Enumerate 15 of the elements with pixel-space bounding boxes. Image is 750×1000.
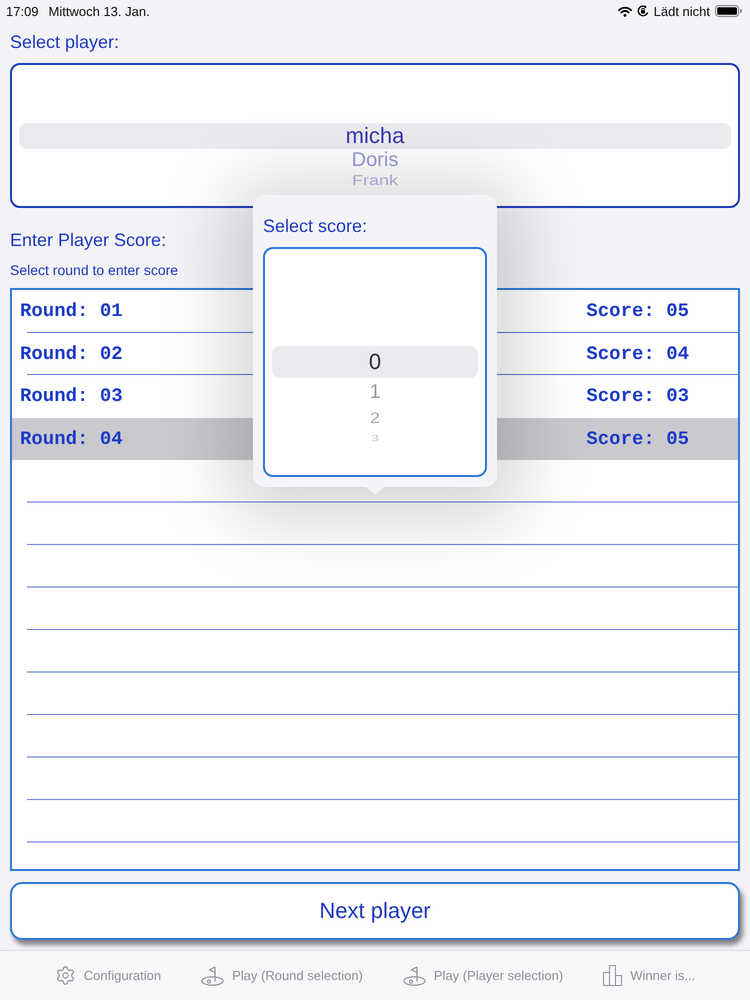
hint-text: Select round to enter score [10, 262, 180, 279]
score-label: Score: 05 [586, 300, 689, 322]
round-label: Round: 03 [20, 385, 123, 408]
score-label: Score: 03 [586, 385, 689, 408]
round-label: Round: 01 [20, 300, 123, 322]
charging-status: Lädt nicht [654, 4, 710, 18]
status-date: Mittwoch 13. Jan. [48, 4, 150, 18]
round-label: Round: 04 [20, 428, 123, 450]
round-label: Round: 02 [20, 342, 123, 365]
status-time: 17:09 [6, 4, 39, 18]
score-label: Score: 05 [586, 428, 689, 450]
section-title: Select player: [10, 31, 120, 53]
section-title: Enter Player Score: [10, 229, 168, 251]
score-label: Score: 04 [586, 342, 689, 365]
popover-title: Select score: [263, 215, 368, 237]
